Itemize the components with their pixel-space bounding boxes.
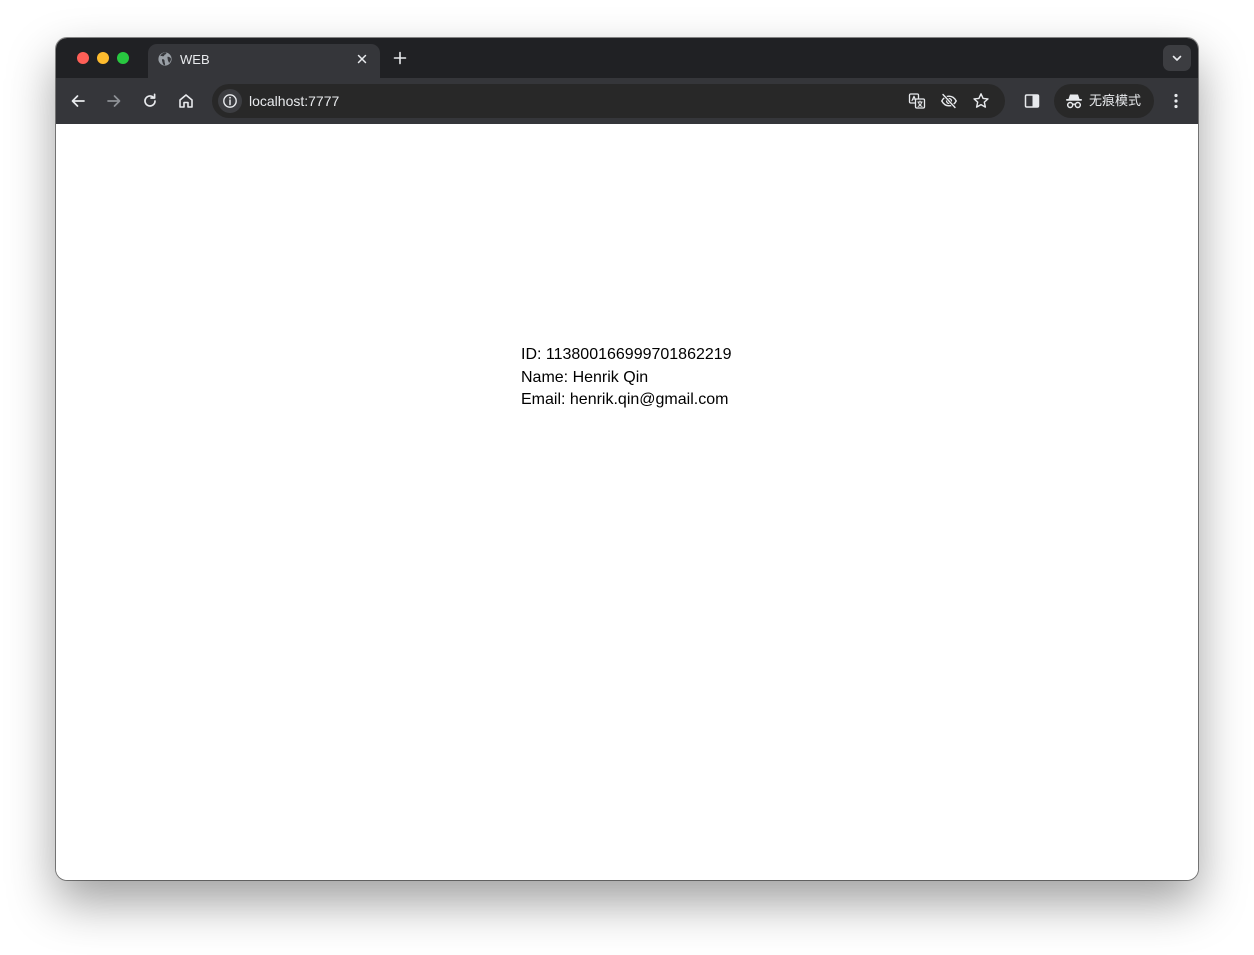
close-window-button[interactable] bbox=[77, 52, 89, 64]
side-panel-icon[interactable] bbox=[1022, 91, 1042, 111]
home-icon[interactable] bbox=[176, 91, 196, 111]
forward-arrow-icon[interactable] bbox=[104, 91, 124, 111]
globe-icon bbox=[157, 51, 173, 67]
reload-icon[interactable] bbox=[140, 91, 160, 111]
page-content: ID: 113800166999701862219 Name: Henrik Q… bbox=[56, 124, 1198, 880]
back-arrow-icon[interactable] bbox=[68, 91, 88, 111]
user-name: Name: Henrik Qin bbox=[521, 368, 649, 386]
chevron-down-icon bbox=[1172, 55, 1182, 61]
close-tab-icon[interactable] bbox=[355, 52, 369, 66]
incognito-icon bbox=[1066, 94, 1082, 109]
minimize-window-button[interactable] bbox=[97, 52, 109, 64]
url-text[interactable]: localhost:7777 bbox=[249, 92, 339, 110]
user-email: Email: henrik.qin@gmail.com bbox=[521, 391, 729, 408]
new-tab-icon[interactable] bbox=[392, 50, 408, 66]
incognito-profile-button[interactable]: 无痕模式 bbox=[1054, 84, 1154, 118]
translate-icon[interactable] bbox=[908, 92, 926, 110]
address-bar[interactable]: localhost:7777 bbox=[212, 84, 1005, 118]
browser-window: WEB localhost:7777 无痕模式 ID: 113800166999… bbox=[56, 38, 1198, 880]
tab-web[interactable]: WEB bbox=[148, 44, 380, 78]
more-menu-icon[interactable] bbox=[1166, 91, 1186, 111]
star-icon[interactable] bbox=[972, 92, 990, 110]
info-icon bbox=[223, 94, 237, 108]
site-info-button[interactable] bbox=[218, 89, 242, 113]
incognito-label: 无痕模式 bbox=[1089, 93, 1142, 108]
tab-title: WEB bbox=[180, 52, 210, 67]
user-id: ID: 113800166999701862219 bbox=[521, 346, 732, 363]
eye-off-icon[interactable] bbox=[940, 92, 958, 110]
tab-strip: WEB bbox=[56, 38, 1198, 78]
browser-toolbar: localhost:7777 无痕模式 bbox=[56, 78, 1198, 124]
tab-search-button[interactable] bbox=[1163, 45, 1191, 71]
user-info: ID: 113800166999701862219 Name: Henrik Q… bbox=[521, 344, 732, 412]
maximize-window-button[interactable] bbox=[117, 52, 129, 64]
